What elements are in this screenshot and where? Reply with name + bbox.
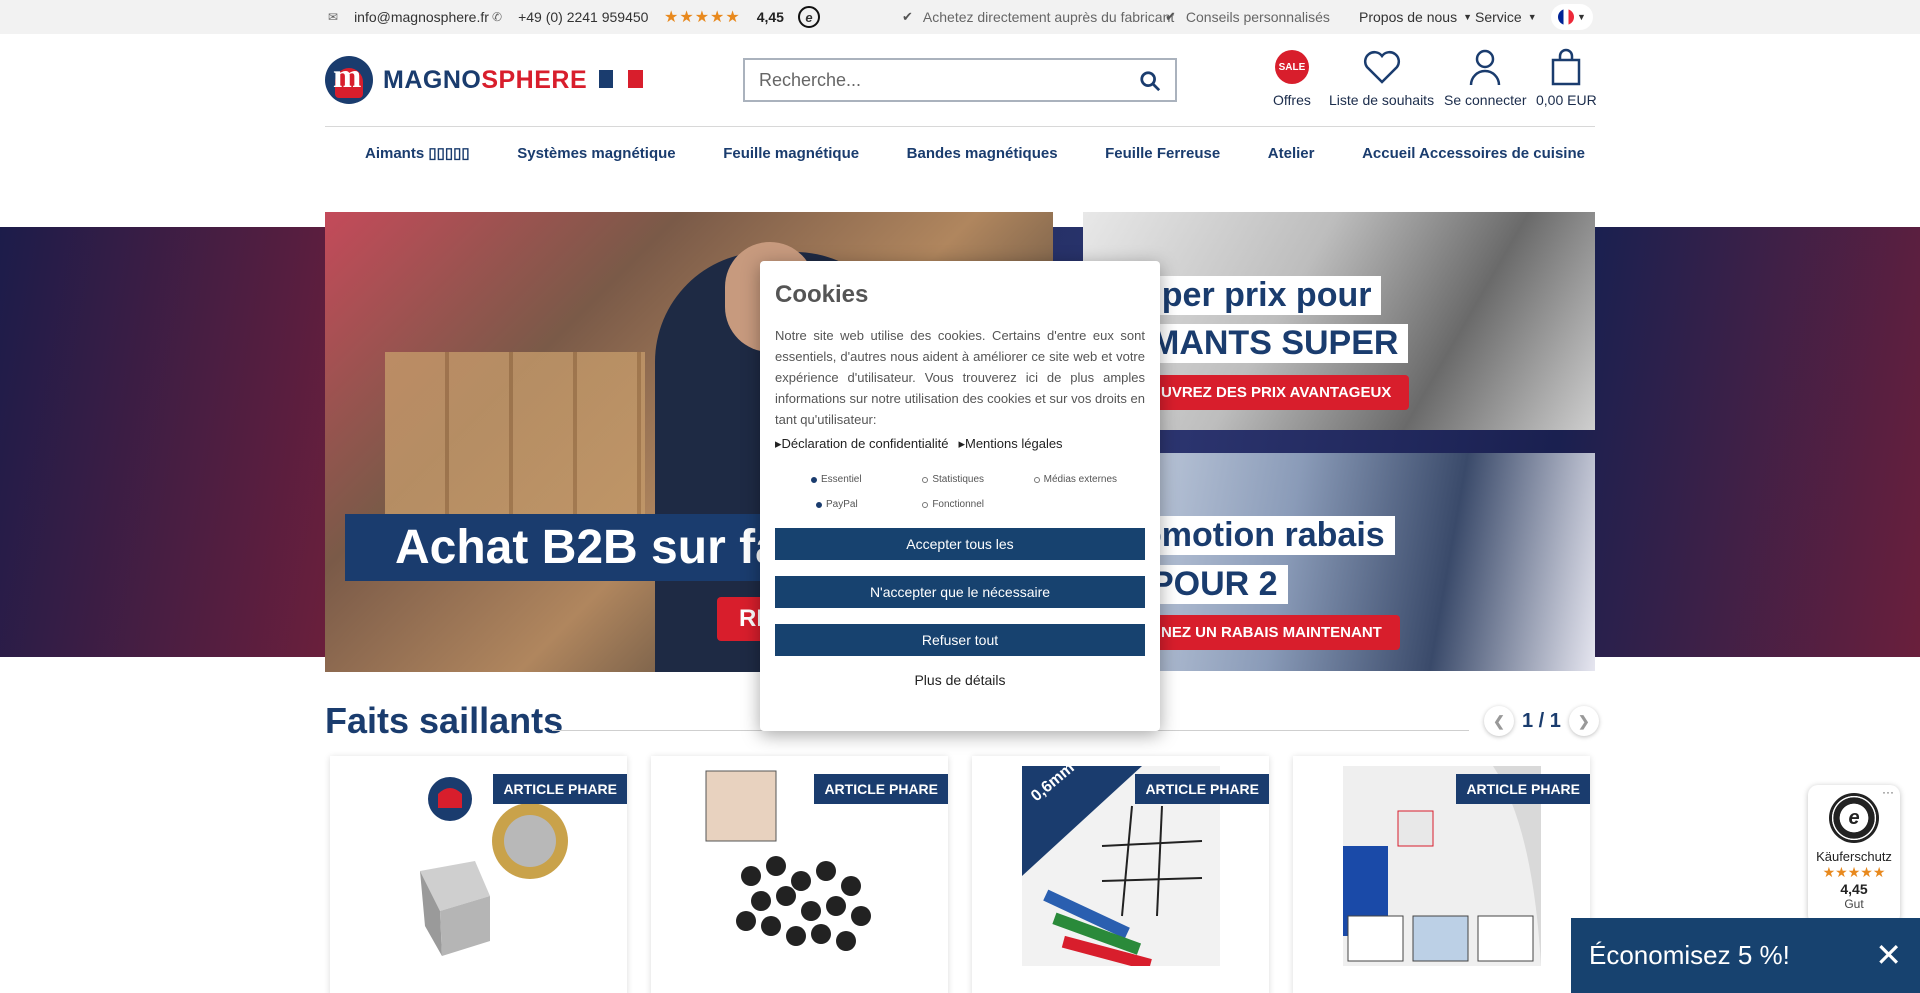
shopping-bag-icon	[1552, 48, 1581, 86]
site-logo[interactable]: MAGNOSPHERE	[325, 56, 643, 104]
language-selector[interactable]: ▼	[1551, 0, 1593, 34]
cookie-option-statistics[interactable]: Statistiques	[922, 474, 1033, 485]
login-link[interactable]: Se connecter	[1444, 48, 1527, 108]
cookie-option-external-media[interactable]: Médias externes	[1033, 474, 1145, 485]
cookie-option-essential[interactable]: Essentiel	[811, 474, 922, 485]
caret-down-icon: ▼	[1577, 12, 1586, 22]
trustbadge-widget[interactable]: ··· e Käuferschutz ★★★★★ 4,45 Gut	[1808, 785, 1900, 925]
featured-badge: ARTICLE PHARE	[493, 774, 627, 804]
cookie-options: Essentiel Statistiques Médias externes P…	[775, 474, 1145, 510]
offers-link[interactable]: SALE Offres	[1273, 48, 1311, 108]
featured-badge: ARTICLE PHARE	[1456, 774, 1590, 804]
nav-item-ferrous-sheet[interactable]: Feuille Ferreuse	[1105, 145, 1220, 162]
product-card[interactable]: ARTICLE PHARE	[330, 756, 627, 993]
cookie-text: Notre site web utilise des cookies. Cert…	[775, 328, 1145, 427]
heart-icon	[1363, 51, 1400, 84]
cookie-option-paypal[interactable]: PayPal	[811, 499, 922, 510]
search-icon[interactable]	[1139, 70, 1161, 92]
rating-stars: ★★★★★	[664, 9, 741, 26]
nav-item-magnetic-systems[interactable]: Systèmes magnétique	[517, 145, 675, 162]
about-menu[interactable]: Propos de nous ▼	[1359, 0, 1472, 34]
nav-item-magnetic-strips[interactable]: Bandes magnétiques	[907, 145, 1058, 162]
email-link[interactable]: ✉ info@magnosphere.fr	[328, 0, 489, 34]
wishlist-link[interactable]: Liste de souhaits	[1329, 48, 1434, 108]
promo-title-line1: omotion rabais	[1131, 516, 1395, 555]
caret-down-icon: ▼	[1527, 12, 1537, 22]
main-navigation: Aimants ▯▯▯▯▯ Systèmes magnétique Feuill…	[325, 126, 1595, 180]
promo-title-line2: POUR 2	[1141, 565, 1288, 604]
trustbadge-rating: 4,45	[1840, 881, 1868, 897]
chevron-right-icon[interactable]: ❯	[1568, 706, 1599, 736]
buyer-protection-label: Käuferschutz	[1816, 849, 1892, 864]
accept-all-button[interactable]: Accepter tous les	[775, 528, 1145, 560]
discount-banner[interactable]: Économisez 5 %! ✕	[1571, 918, 1920, 993]
cookie-title: Cookies	[775, 281, 869, 308]
rating-widget[interactable]: ★★★★★ 4,45 e	[664, 0, 820, 34]
check-icon: ✔	[1165, 9, 1176, 24]
caret-down-icon: ▼	[1463, 12, 1472, 22]
promo-title-line2: MANTS SUPER	[1141, 324, 1409, 363]
usp-advice: ✔ Conseils personnalisés	[1165, 9, 1330, 25]
search-input[interactable]	[759, 69, 1139, 91]
nav-item-workshop[interactable]: Atelier	[1268, 145, 1315, 162]
featured-badge: ARTICLE PHARE	[1135, 774, 1269, 804]
cookie-links: Déclaration de confidentialité Mentions …	[775, 436, 1145, 452]
featured-badge: ARTICLE PHARE	[814, 774, 948, 804]
cookie-consent-dialog: Cookies Notre site web utilise des cooki…	[760, 261, 1160, 731]
more-details-link[interactable]: Plus de détails	[775, 672, 1145, 688]
user-icon	[1470, 49, 1501, 86]
sale-icon: SALE	[1274, 50, 1309, 84]
envelope-icon: ✉	[328, 10, 339, 24]
refuse-all-button[interactable]: Refuser tout	[775, 624, 1145, 656]
usp-manufacturer: ✔ Achetez directement auprès du fabrican…	[902, 9, 1175, 25]
nav-item-kitchen-accessories[interactable]: Accueil Accessoires de cuisine	[1362, 145, 1585, 162]
phone-icon: ✆	[492, 10, 503, 24]
legal-notice-link[interactable]: Mentions légales	[958, 436, 1063, 452]
cookie-option-functional[interactable]: Fonctionnel	[922, 499, 1033, 510]
top-bar: ✉ info@magnosphere.fr ✆ +49 (0) 2241 959…	[0, 0, 1920, 34]
carousel-pager: ❮ 1 / 1 ❯	[1484, 706, 1599, 736]
trustbadge-stars: ★★★★★	[1822, 864, 1886, 880]
logo-flag-icon	[598, 69, 643, 88]
close-icon[interactable]: ✕	[1875, 939, 1902, 971]
promo-title-line1: uper prix pour	[1131, 276, 1382, 315]
trustbadge-grade: Gut	[1844, 897, 1864, 911]
service-menu[interactable]: Service ▼	[1475, 0, 1537, 34]
check-icon: ✔	[902, 9, 913, 24]
accept-necessary-button[interactable]: N'accepter que le nécessaire	[775, 576, 1145, 608]
french-flag-icon	[1558, 9, 1575, 25]
product-card[interactable]: 0,6mm 1,0m² ARTICLE PHARE	[972, 756, 1269, 993]
promo-button[interactable]: UVREZ DES PRIX AVANTAGEUX	[1143, 375, 1410, 410]
product-card[interactable]: ARTICLE PHARE	[1293, 756, 1590, 993]
more-icon[interactable]: ···	[1882, 785, 1894, 799]
rating-value: 4,45	[756, 9, 784, 25]
trusted-shops-seal-icon: e	[1829, 793, 1879, 843]
nav-item-magnetic-sheet[interactable]: Feuille magnétique	[723, 145, 859, 162]
section-title: Faits saillants	[325, 700, 564, 741]
search-box	[743, 58, 1177, 102]
logo-mark-icon	[325, 56, 373, 104]
trusted-shops-icon: e	[797, 6, 820, 28]
chevron-left-icon[interactable]: ❮	[1484, 706, 1514, 736]
product-card[interactable]: ARTICLE PHARE	[651, 756, 948, 993]
privacy-policy-link[interactable]: Déclaration de confidentialité	[775, 436, 949, 452]
discount-text: Économisez 5 %!	[1589, 940, 1790, 970]
cart-link[interactable]: 0,00 EUR	[1536, 48, 1597, 108]
pager-label: 1 / 1	[1522, 709, 1561, 732]
nav-item-magnets[interactable]: Aimants ▯▯▯▯▯	[365, 144, 470, 162]
promo-button[interactable]: NEZ UN RABAIS MAINTENANT	[1143, 615, 1400, 650]
phone-link[interactable]: ✆ +49 (0) 2241 959450	[492, 0, 648, 34]
